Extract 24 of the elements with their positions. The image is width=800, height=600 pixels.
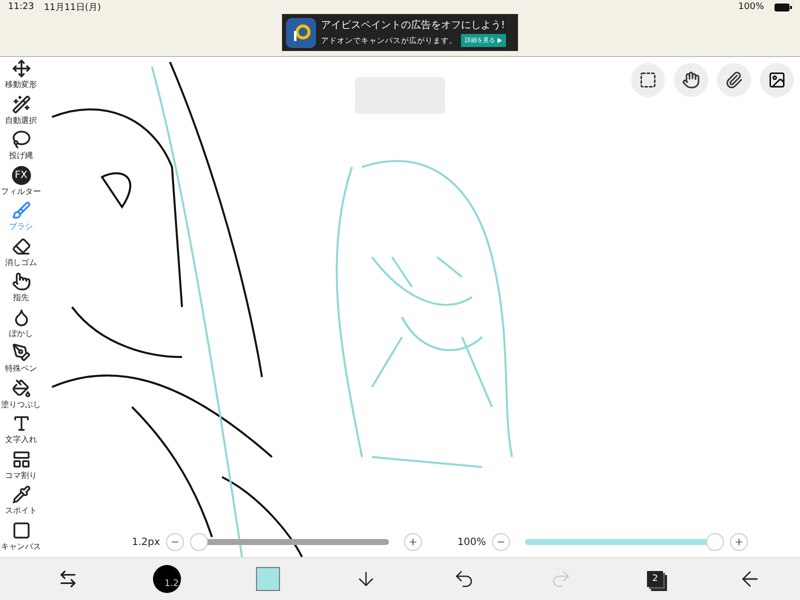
tool-button[interactable]: 投げ縄 xyxy=(0,128,42,164)
status-date: 11月11日(月) xyxy=(44,2,101,14)
tool-button[interactable]: 消しゴム xyxy=(0,234,42,270)
tool-button[interactable]: 移動変形 xyxy=(0,57,42,92)
drawing-canvas[interactable]: 1.2px 100% xyxy=(42,57,800,557)
tool-button[interactable]: 自動選択 xyxy=(0,92,42,128)
tool-button[interactable]: コマ割り xyxy=(0,448,42,483)
tool-button[interactable]: ブラシ xyxy=(0,199,42,234)
tool-button[interactable]: FX フィルター xyxy=(0,164,42,199)
status-time: 11:23 xyxy=(8,2,34,12)
tool-button[interactable]: 塗りつぶし xyxy=(0,376,42,412)
tool-button[interactable]: ぼかし xyxy=(0,306,42,341)
opacity-reading: 100% xyxy=(456,536,486,548)
layers-button[interactable]: 2 xyxy=(647,571,664,587)
battery-level: 100% xyxy=(738,2,764,12)
brush-size-button[interactable]: 1.2 xyxy=(152,565,181,593)
fx-icon: FX xyxy=(12,166,30,185)
tool-button[interactable]: スポイト xyxy=(0,483,42,518)
tool-button[interactable]: 指先 xyxy=(0,270,42,306)
brush-size-reading: 1.2px xyxy=(130,536,160,548)
tool-button[interactable]: 特殊ペン xyxy=(0,341,42,376)
tool-button[interactable]: 文字入れ xyxy=(0,412,42,448)
ad-title: アイビスペイントの広告をオフにしよう! xyxy=(321,18,506,32)
tool-button[interactable]: キャンバス xyxy=(0,518,42,554)
